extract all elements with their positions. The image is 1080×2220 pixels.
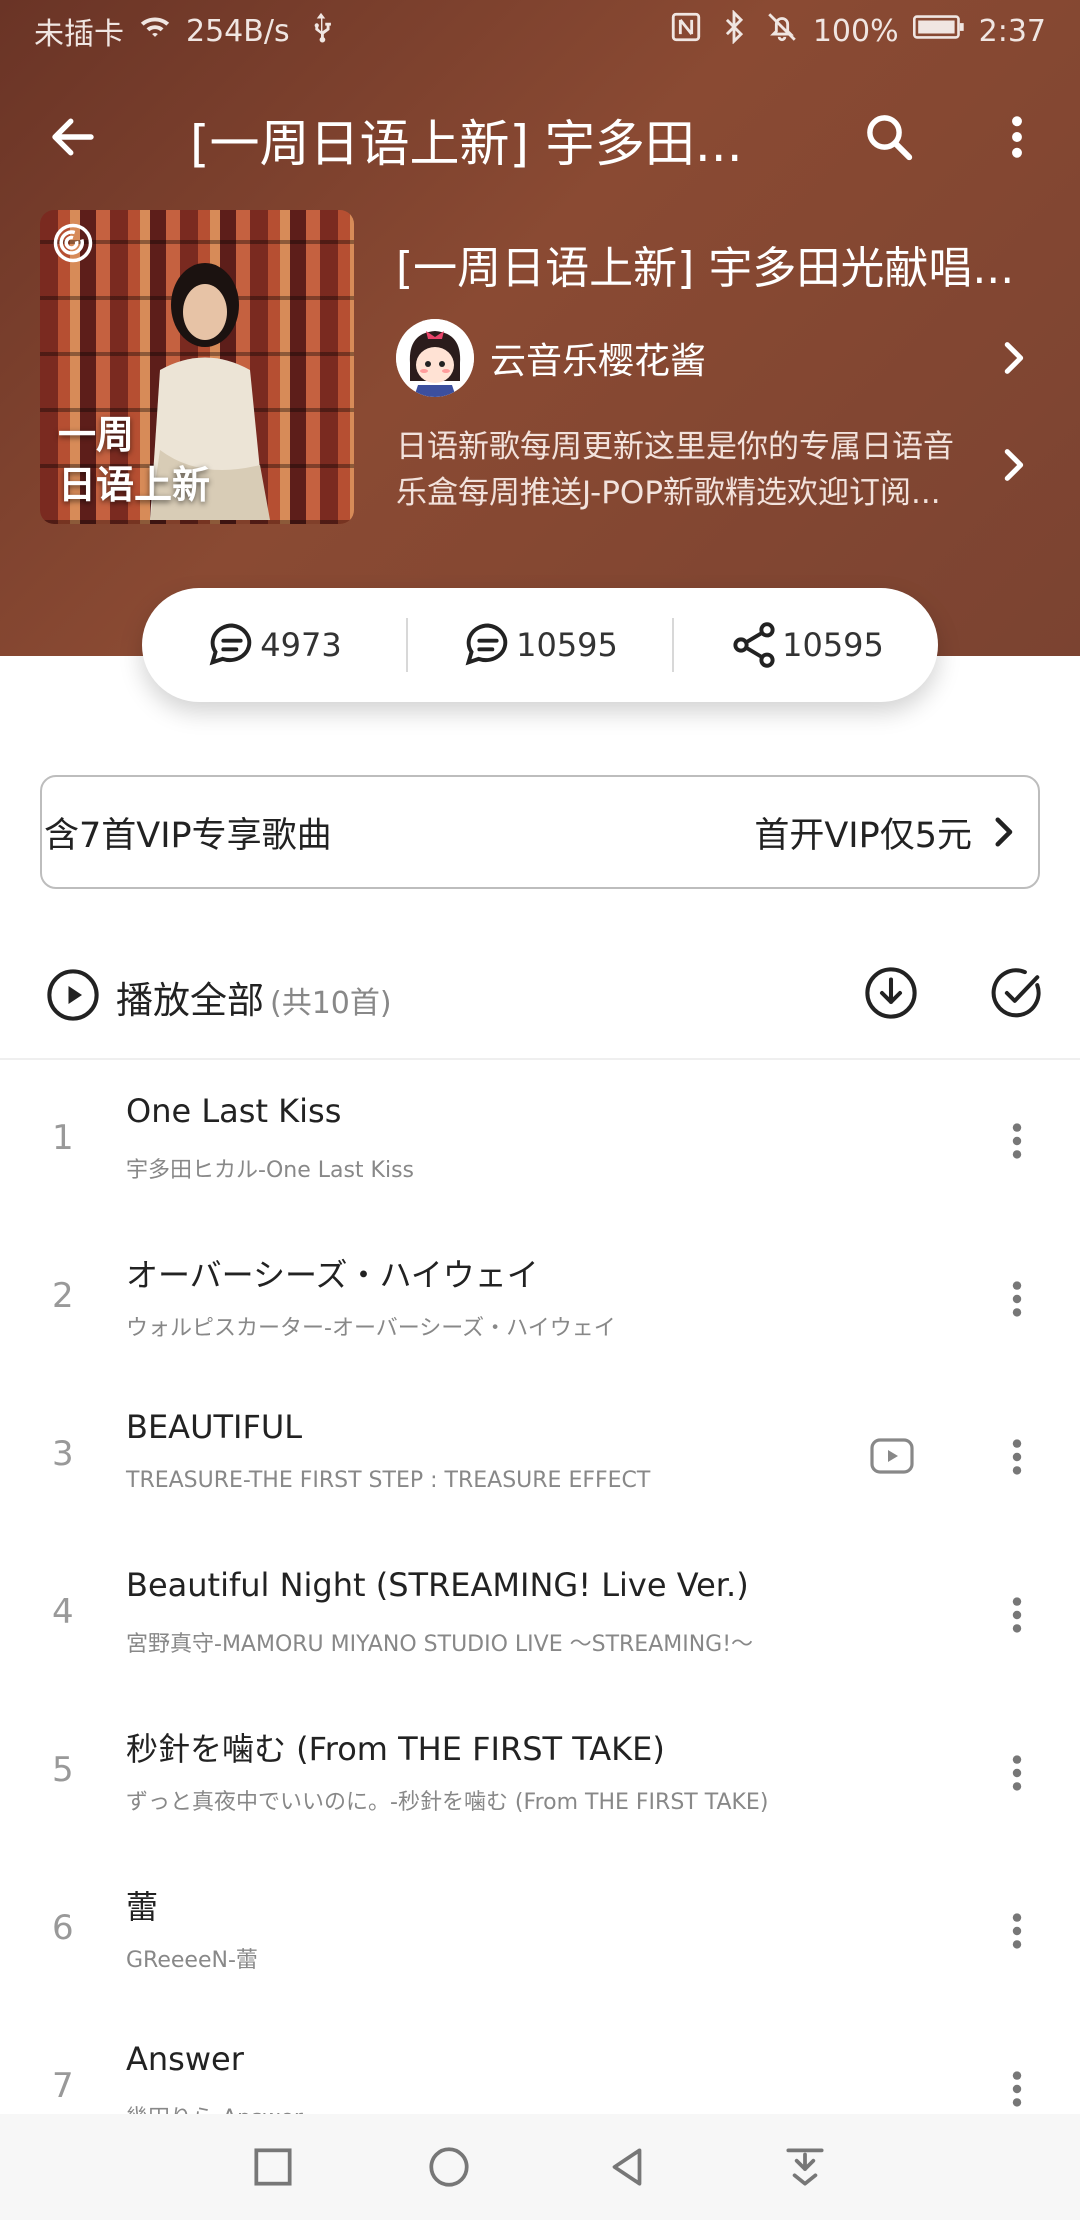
bluetooth-icon [717, 9, 751, 52]
song-more-icon[interactable] [1000, 1750, 1034, 1796]
song-artist: ずっと真夜中でいいのに。-秒針を噛む (From THE FIRST TAKE) [126, 1790, 769, 1815]
song-more-icon[interactable] [1000, 1118, 1034, 1164]
track-number: 5 [52, 1750, 74, 1790]
track-number: 4 [52, 1592, 74, 1632]
song-artist: 宇多田ヒカル-One Last Kiss [126, 1158, 415, 1183]
share-icon [733, 622, 775, 668]
play-all-bar: 播放全部 (共10首) [0, 948, 1080, 1060]
playlist-cover[interactable]: 一周 日语上新 [40, 210, 354, 524]
cover-caption-line1: 一周 [58, 413, 135, 457]
back-triangle-icon[interactable] [602, 2142, 652, 2192]
track-number: 3 [52, 1434, 74, 1474]
creator-name: 云音乐樱花酱 [490, 341, 707, 382]
song-list: 1 One Last Kiss 宇多田ヒカル-One Last Kiss 2 オ… [0, 1060, 1080, 2114]
song-more-icon[interactable] [1000, 1434, 1034, 1480]
search-button[interactable] [854, 102, 924, 172]
song-more-icon[interactable] [1000, 1592, 1034, 1638]
track-number: 6 [52, 1908, 74, 1948]
more-vertical-icon [1012, 116, 1022, 158]
wifi-icon [138, 10, 172, 52]
download-icon[interactable] [864, 966, 918, 1020]
page-title: [一周日语上新] 宇多田... [190, 115, 743, 173]
vip-songs-text: 含7首VIP专享歌曲 [44, 815, 332, 856]
song-artist: ウォルピスカーター-オーバーシーズ・ハイウェイ [126, 1316, 616, 1341]
more-options-button[interactable] [982, 102, 1052, 172]
play-all-label: 播放全部 [116, 979, 264, 1022]
song-count: (共10首) [270, 986, 392, 1021]
creator-avatar [396, 319, 474, 397]
track-number: 2 [52, 1276, 74, 1316]
song-more-icon[interactable] [1000, 1908, 1034, 1954]
song-row[interactable]: 3 BEAUTIFUL TREASURE-THE FIRST STEP : TR… [0, 1376, 1080, 1534]
song-row[interactable]: 4 Beautiful Night (STREAMING! Live Ver.)… [0, 1534, 1080, 1692]
song-row[interactable]: 5 秒針を噛む (From THE FIRST TAKE) ずっと真夜中でいいの… [0, 1692, 1080, 1850]
song-title: Beautiful Night (STREAMING! Live Ver.) [126, 1566, 749, 1604]
favorite-button[interactable]: 4973 [142, 588, 406, 702]
song-title: オーバーシーズ・ハイウェイ [126, 1256, 539, 1294]
track-number: 1 [52, 1118, 74, 1158]
song-artist: GReeeeN-蕾 [126, 1948, 258, 1973]
share-count: 10595 [782, 626, 884, 664]
nfc-icon [669, 10, 703, 52]
comment-bubble-icon [209, 623, 252, 666]
search-icon [867, 115, 913, 161]
comment-icon [465, 623, 508, 666]
song-row[interactable]: 1 One Last Kiss 宇多田ヒカル-One Last Kiss [0, 1060, 1080, 1218]
notification-pulldown-icon[interactable] [780, 2142, 830, 2192]
song-title: Answer [126, 2040, 244, 2078]
song-title: BEAUTIFUL [126, 1408, 303, 1446]
share-button[interactable]: 10595 [674, 588, 938, 702]
song-artist: TREASURE-THE FIRST STEP : TREASURE EFFEC… [126, 1468, 651, 1493]
playlist-title: [一周日语上新] 宇多田光献唱... [396, 243, 1015, 294]
battery-icon [912, 10, 965, 52]
track-number: 7 [52, 2066, 74, 2106]
play-all-button[interactable]: 播放全部 (共10首) [116, 970, 392, 1024]
vip-offer-text: 首开VIP仅5元 [754, 815, 972, 856]
favorite-count: 4973 [260, 626, 342, 664]
comment-button[interactable]: 10595 [408, 588, 672, 702]
song-artist: 幾田りら-Answer [126, 2100, 303, 2114]
usb-icon [304, 10, 338, 52]
song-row[interactable]: 6 蕾 GReeeeN-蕾 [0, 1850, 1080, 2008]
description-chevron-right-icon[interactable] [990, 442, 1036, 488]
vip-banner[interactable]: 含7首VIP专享歌曲 首开VIP仅5元 [40, 775, 1040, 889]
mute-bell-icon [765, 10, 799, 52]
comment-count: 10595 [516, 626, 618, 664]
song-title: 蕾 [126, 1888, 159, 1926]
song-artist: 宮野真守-MAMORU MIYANO STUDIO LIVE ～STREAMIN… [126, 1632, 754, 1657]
play-circle-icon[interactable] [46, 968, 100, 1022]
cover-caption: 一周 日语上新 [58, 410, 210, 510]
playlist-stats-bar: 4973 10595 10595 [142, 588, 938, 702]
recent-apps-icon[interactable] [248, 2142, 298, 2192]
chevron-right-icon [995, 817, 1013, 847]
status-bar: 未插卡 254B/s 100% 2:37 [0, 0, 1080, 62]
multi-select-check-icon[interactable] [990, 966, 1044, 1020]
music-app-logo-icon [53, 223, 93, 263]
home-icon[interactable] [424, 2142, 474, 2192]
back-arrow-icon [52, 118, 94, 156]
battery-percent: 100% [812, 13, 899, 49]
carrier-text: 未插卡 [34, 17, 124, 52]
cover-caption-line2: 日语上新 [58, 463, 211, 507]
song-row[interactable]: 7 Answer 幾田りら-Answer [0, 2008, 1080, 2114]
song-row[interactable]: 2 オーバーシーズ・ハイウェイ ウォルピスカーター-オーバーシーズ・ハイウェイ [0, 1218, 1080, 1376]
creator-row[interactable]: 云音乐樱花酱 [396, 318, 1056, 398]
clock: 2:37 [978, 13, 1046, 49]
chevron-right-icon [1004, 342, 1024, 374]
song-title: One Last Kiss [126, 1092, 342, 1130]
system-navigation-bar [0, 2114, 1080, 2220]
back-button[interactable] [38, 102, 108, 172]
music-video-icon[interactable] [868, 1432, 916, 1480]
song-more-icon[interactable] [1000, 2066, 1034, 2112]
song-more-icon[interactable] [1000, 1276, 1034, 1322]
network-speed: 254B/s [186, 13, 290, 49]
playlist-description[interactable]: 日语新歌每周更新这里是你的专属日语音乐盒每周推送J-POP新歌精选欢迎订阅... [396, 424, 976, 516]
song-title: 秒針を噛む (From THE FIRST TAKE) [126, 1730, 665, 1768]
